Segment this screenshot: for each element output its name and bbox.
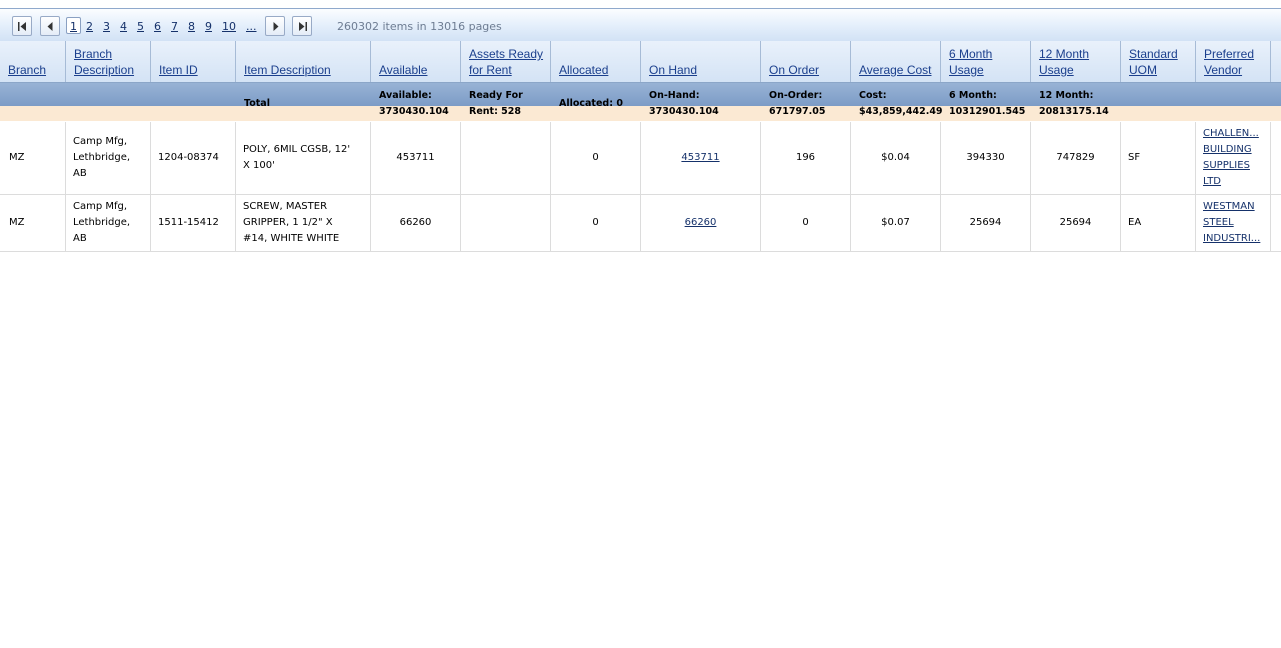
page-link-1[interactable]: 1 xyxy=(66,17,81,34)
table-row[interactable]: MZ Camp Mfg, Lethbridge, AB 1511-15412 SCR… xyxy=(0,195,1281,252)
vendor-link[interactable]: CHALLEN... BUILDING SUPPLIES LTD xyxy=(1203,126,1259,190)
cell-on-order: 0 xyxy=(761,195,851,251)
cell-on-hand: 453711 xyxy=(641,122,761,194)
cell-allocated: 0 xyxy=(551,195,641,251)
totals-label: Total xyxy=(244,98,270,109)
cell-12-month-usage: 747829 xyxy=(1031,122,1121,194)
prev-page-button[interactable] xyxy=(40,16,60,36)
cell-available: 453711 xyxy=(371,122,461,194)
column-header-allocated[interactable]: Allocated xyxy=(551,41,641,82)
first-page-icon xyxy=(18,22,26,31)
cell-assets-ready xyxy=(461,195,551,251)
cell-on-order: 196 xyxy=(761,122,851,194)
cell-preferred-vendor: WESTMAN STEEL INDUSTRI... xyxy=(1196,195,1271,251)
next-page-button[interactable] xyxy=(265,16,285,36)
prev-page-icon xyxy=(47,22,53,31)
cell-item-description: POLY, 6MIL CGSB, 12' X 100' xyxy=(236,122,371,194)
total-12-month-usage: 12 Month: 20813175.14 xyxy=(1039,90,1109,117)
cell-item-description: SCREW, MASTER GRIPPER, 1 1/2" X #14, WHITE… xyxy=(236,195,371,251)
page-link-2[interactable]: 2 xyxy=(86,20,93,33)
cell-standard-uom: SF xyxy=(1121,122,1196,194)
next-page-icon xyxy=(273,22,279,31)
page-link-6[interactable]: 6 xyxy=(154,20,161,33)
pager-info: 260302 items in 13016 pages xyxy=(337,20,502,33)
cell-preferred-vendor: CHALLEN... BUILDING SUPPLIES LTD xyxy=(1196,122,1271,194)
cell-branch-description: Camp Mfg, Lethbridge, AB xyxy=(66,122,151,194)
column-header-standard-uom[interactable]: Standard UOM xyxy=(1121,41,1196,82)
column-header-on-order[interactable]: On Order xyxy=(761,41,851,82)
total-available: Available: 3730430.104 xyxy=(379,90,449,117)
column-header-6-month-usage[interactable]: 6 Month Usage xyxy=(941,41,1031,82)
page-link-7[interactable]: 7 xyxy=(171,20,178,33)
cell-standard-uom: EA xyxy=(1121,195,1196,251)
cell-12-month-usage: 25694 xyxy=(1031,195,1121,251)
page-link-8[interactable]: 8 xyxy=(188,20,195,33)
cell-assets-ready xyxy=(461,122,551,194)
column-header-branch-description[interactable]: Branch Description xyxy=(66,41,151,82)
cell-branch: MZ xyxy=(0,122,66,194)
cell-branch-description: Camp Mfg, Lethbridge, AB xyxy=(66,195,151,251)
page-link-4[interactable]: 4 xyxy=(120,20,127,33)
total-average-cost: Cost: $43,859,442.49 xyxy=(859,90,943,117)
total-allocated: Allocated: 0 xyxy=(559,98,623,109)
inventory-grid: 1 2 3 4 5 6 7 8 9 10 ... 260302 items in… xyxy=(0,8,1281,252)
cell-average-cost: $0.04 xyxy=(851,122,941,194)
column-header-average-cost[interactable]: Average Cost xyxy=(851,41,941,82)
cell-average-cost: $0.07 xyxy=(851,195,941,251)
cell-available: 66260 xyxy=(371,195,461,251)
column-header-12-month-usage[interactable]: 12 Month Usage xyxy=(1031,41,1121,82)
page-link-9[interactable]: 9 xyxy=(205,20,212,33)
total-6-month-usage: 6 Month: 10312901.545 xyxy=(949,90,1026,117)
on-hand-link[interactable]: 453711 xyxy=(681,150,719,166)
column-header-on-hand[interactable]: On Hand xyxy=(641,41,761,82)
column-header-item-description[interactable]: Item Description xyxy=(236,41,371,82)
total-assets-ready: Ready For Rent: 528 xyxy=(469,90,523,117)
cell-on-hand: 66260 xyxy=(641,195,761,251)
page-link-more[interactable]: ... xyxy=(246,20,257,33)
page-link-10[interactable]: 10 xyxy=(222,20,236,33)
cell-item-id: 1204-08374 xyxy=(151,122,236,194)
last-page-icon xyxy=(299,22,307,31)
column-header-preferred-vendor[interactable]: Preferred Vendor xyxy=(1196,41,1271,82)
total-on-hand: On-Hand: 3730430.104 xyxy=(649,90,719,117)
cell-allocated: 0 xyxy=(551,122,641,194)
cell-6-month-usage: 394330 xyxy=(941,122,1031,194)
page-link-3[interactable]: 3 xyxy=(103,20,110,33)
vendor-link[interactable]: WESTMAN STEEL INDUSTRI... xyxy=(1203,199,1260,247)
cell-item-id: 1511-15412 xyxy=(151,195,236,251)
column-header-branch[interactable]: Branch xyxy=(0,41,66,82)
page-link-5[interactable]: 5 xyxy=(137,20,144,33)
first-page-button[interactable] xyxy=(12,16,32,36)
table-row[interactable]: MZ Camp Mfg, Lethbridge, AB 1204-08374 POL… xyxy=(0,122,1281,195)
column-header-item-id[interactable]: Item ID xyxy=(151,41,236,82)
cell-branch: MZ xyxy=(0,195,66,251)
last-page-button[interactable] xyxy=(292,16,312,36)
column-header-assets-ready[interactable]: Assets Ready for Rent xyxy=(461,41,551,82)
pager: 1 2 3 4 5 6 7 8 9 10 ... 260302 items in… xyxy=(0,8,1281,42)
column-header-available[interactable]: Available xyxy=(371,41,461,82)
total-on-order: On-Order: 671797.05 xyxy=(769,90,826,117)
on-hand-link[interactable]: 66260 xyxy=(685,215,717,231)
column-header-row: Branch Branch Description Item ID Item De… xyxy=(0,41,1281,83)
cell-6-month-usage: 25694 xyxy=(941,195,1031,251)
